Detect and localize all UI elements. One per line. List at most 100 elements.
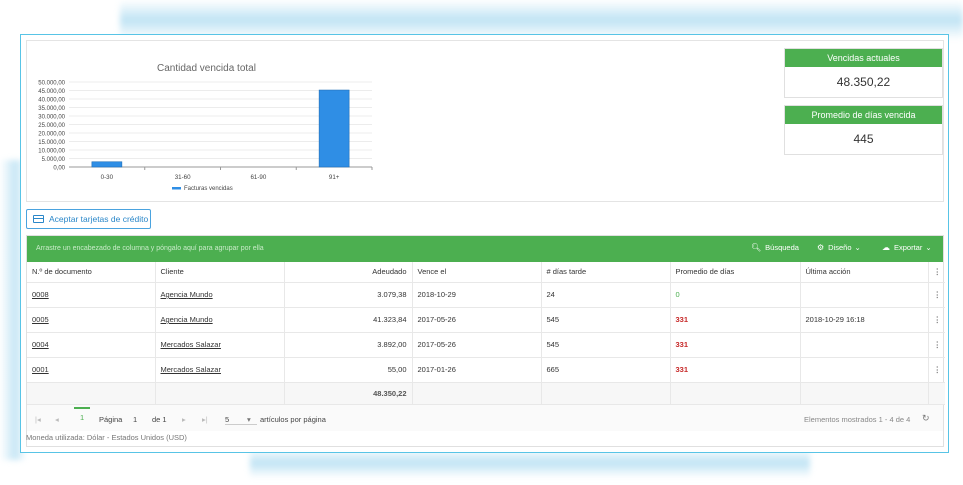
row-menu-icon[interactable]: ⋮ — [928, 357, 945, 383]
page-input[interactable]: 1 — [133, 415, 137, 424]
next-page-icon[interactable]: ▸ — [182, 415, 186, 424]
document-link[interactable]: 0008 — [32, 290, 49, 299]
kpi-current-label: Vencidas actuales — [785, 49, 942, 67]
legend-label: Facturas vencidas — [184, 186, 233, 192]
x-tick-label: 0-30 — [101, 174, 114, 181]
page-size-select[interactable]: 5 ▾ — [225, 415, 257, 425]
gear-icon: ⚙ — [817, 243, 825, 252]
last-action-cell — [800, 332, 929, 358]
chevron-down-icon: ⌄ — [925, 243, 932, 252]
client-link[interactable]: Agencia Mundo — [161, 315, 213, 324]
owed-cell: 55,00 — [284, 357, 413, 383]
per-page-label: artículos por página — [260, 414, 326, 424]
x-tick-label: 91+ — [329, 174, 340, 181]
y-tick-label: 30.000,00 — [38, 115, 65, 121]
search-icon: 🔍︎ — [751, 243, 762, 252]
bar — [318, 89, 350, 168]
column-header-due[interactable]: Vence el — [412, 262, 542, 283]
first-page-icon[interactable]: |◂ — [35, 415, 41, 424]
total-row: 48.350,22 — [27, 382, 945, 405]
column-header-days-late[interactable]: # días tarde — [541, 262, 671, 283]
page-size-value: 5 — [225, 414, 230, 424]
last-page-icon[interactable]: ▸| — [202, 415, 208, 424]
row-menu-icon[interactable]: ⋮ — [928, 307, 945, 333]
due-cell: 2017-01-26 — [412, 357, 542, 383]
owed-cell: 3.892,00 — [284, 332, 413, 358]
column-header-avg-days[interactable]: Promedio de días — [670, 262, 801, 283]
page-number-current[interactable]: 1 — [74, 406, 91, 427]
group-by-drop-zone[interactable]: Arrastre un encabezado de columna y póng… — [36, 245, 264, 252]
summary-card: Cantidad vencida total 0,00 5.000,00 10.00… — [26, 40, 944, 202]
owed-cell: 3.079,38 — [284, 282, 413, 308]
grid-toolbar: Arrastre un encabezado de columna y póng… — [27, 236, 943, 262]
kpi-avg-label: Promedio de días vencida — [785, 106, 942, 124]
kpi-avg-value: 445 — [853, 132, 874, 146]
export-button[interactable]: ☁ Exportar ⌄ — [882, 243, 932, 252]
credit-card-icon — [33, 215, 44, 223]
of-pages-label: de 1 — [152, 414, 167, 424]
y-tick-label: 35.000,00 — [38, 106, 65, 112]
row-menu-icon[interactable]: ⋮ — [928, 282, 945, 308]
last-action-cell — [800, 282, 929, 308]
column-header-client[interactable]: Cliente — [155, 262, 285, 283]
due-cell: 2018-10-29 — [412, 282, 542, 308]
currency-note: Moneda utilizada: Dólar - Estados Unidos… — [26, 433, 187, 442]
y-tick-label: 5.000,00 — [42, 157, 66, 163]
avg-days-cell: 331 — [670, 357, 801, 383]
client-link[interactable]: Agencia Mundo — [161, 290, 213, 299]
search-button[interactable]: 🔍︎ Búsqueda — [751, 243, 799, 252]
accept-credit-cards-label: Aceptar tarjetas de crédito — [49, 214, 149, 224]
days-late-cell: 545 — [541, 332, 671, 358]
avg-days-cell: 0 — [670, 282, 801, 308]
column-menu-icon[interactable]: ⋮ — [928, 262, 945, 283]
legend-swatch — [172, 187, 181, 190]
y-tick-label: 45.000,00 — [38, 89, 65, 95]
table-row: 0001 Mercados Salazar 55,00 2017-01-26 6… — [27, 357, 945, 383]
design-label: Diseño — [828, 243, 852, 252]
owed-cell: 41.323,84 — [284, 307, 413, 333]
due-cell: 2017-05-26 — [412, 332, 542, 358]
y-tick-label: 25.000,00 — [38, 123, 65, 129]
row-menu-icon[interactable]: ⋮ — [928, 332, 945, 358]
design-button[interactable]: ⚙ Diseño ⌄ — [817, 243, 861, 252]
prev-page-icon[interactable]: ◂ — [55, 415, 59, 424]
table-row: 0004 Mercados Salazar 3.892,00 2017-05-2… — [27, 332, 945, 358]
overdue-bar-chart: 0,00 5.000,00 10.000,00 15.000,00 20.000,00 2… — [38, 81, 373, 192]
kpi-current-overdue: Vencidas actuales 48.350,22 — [784, 48, 943, 98]
cloud-download-icon: ☁ — [882, 243, 890, 252]
x-tick-label: 31-60 — [175, 174, 191, 181]
kpi-current-value: 48.350,22 — [836, 75, 891, 89]
dashboard-frame: Cantidad vencida total 0,00 5.000,00 10.00… — [20, 34, 949, 453]
y-tick-label: 50.000,00 — [38, 81, 65, 87]
last-action-cell: 2018-10-29 16:18 — [800, 307, 929, 333]
y-tick-label: 0,00 — [53, 166, 65, 172]
due-cell: 2017-05-26 — [412, 307, 542, 333]
column-header-owed[interactable]: Adeudado — [284, 262, 413, 283]
column-header-document[interactable]: N.º de documento — [27, 262, 156, 283]
document-link[interactable]: 0001 — [32, 365, 49, 374]
avg-days-cell: 331 — [670, 307, 801, 333]
accept-credit-cards-button[interactable]: Aceptar tarjetas de crédito — [26, 209, 151, 229]
y-tick-label: 15.000,00 — [38, 140, 65, 146]
column-header-last-action[interactable]: Última acción — [800, 262, 929, 283]
pager: |◂ ◂ 1 ▸ ▸| Página 1 de 1 5 ▾ artículos … — [27, 404, 943, 431]
days-late-cell: 24 — [541, 282, 671, 308]
invoice-table: N.º de documento Cliente Adeudado Vence … — [27, 262, 945, 405]
client-link[interactable]: Mercados Salazar — [161, 340, 221, 349]
y-tick-label: 20.000,00 — [38, 132, 65, 138]
items-summary: Elementos mostrados 1 - 4 de 4 — [804, 414, 911, 424]
refresh-icon[interactable]: ↻ — [922, 413, 930, 424]
document-link[interactable]: 0004 — [32, 340, 49, 349]
document-link[interactable]: 0005 — [32, 315, 49, 324]
y-tick-label: 10.000,00 — [38, 149, 65, 155]
days-late-cell: 545 — [541, 307, 671, 333]
x-tick-label: 61-90 — [250, 174, 266, 181]
page-label: Página — [99, 414, 123, 424]
bar — [91, 161, 123, 168]
client-link[interactable]: Mercados Salazar — [161, 365, 221, 374]
invoice-grid: Arrastre un encabezado de columna y póng… — [26, 235, 945, 447]
caret-down-icon: ▾ — [247, 414, 251, 424]
chevron-down-icon: ⌄ — [854, 243, 861, 252]
table-row: 0008 Agencia Mundo 3.079,38 2018-10-29 2… — [27, 282, 945, 308]
table-header-row: N.º de documento Cliente Adeudado Vence … — [27, 262, 945, 283]
